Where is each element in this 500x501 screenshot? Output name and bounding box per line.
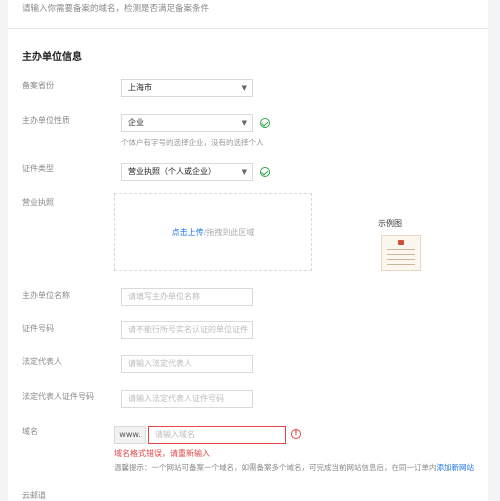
nature-value: 企业: [128, 118, 144, 127]
check-circle-icon: [260, 167, 270, 177]
legal-rep-id-label: 法定代表人证件号码: [22, 392, 94, 401]
domain-tip-text: 温馨提示：一个网站可备案一个域名，如需备案多个域名，可完成当前网站信息后，在同一…: [114, 463, 437, 472]
province-value: 上海市: [128, 83, 152, 92]
line: [387, 254, 415, 255]
province-label: 备案省份: [22, 81, 54, 90]
domain-input[interactable]: 请输入域名: [148, 426, 286, 444]
province-select[interactable]: 上海市 ▼: [121, 79, 253, 97]
line: [387, 249, 415, 250]
chevron-down-icon: ▼: [241, 168, 247, 176]
chevron-down-icon: ▼: [241, 119, 247, 127]
org-name-input[interactable]: 请填写主办单位名称: [121, 288, 253, 306]
next-field-label: 云邮道: [22, 491, 46, 500]
nature-hint: 个体户有字号的选择企业，没有的选择个人: [121, 138, 264, 147]
license-example-image[interactable]: [381, 235, 421, 271]
license-upload-area[interactable]: 点击上传/拖拽到此区域: [114, 193, 312, 271]
example-label: 示例图: [378, 219, 402, 228]
cert-type-value: 营业执照（个人或企业）: [128, 167, 216, 176]
org-name-label: 主办单位名称: [22, 291, 70, 300]
nature-select[interactable]: 企业 ▼: [121, 114, 253, 132]
line: [387, 259, 415, 260]
upload-instruction: 点击上传/拖拽到此区域: [115, 227, 311, 238]
domain-tip: 温馨提示：一个网站可备案一个域名，如需备案多个域名，可完成当前网站信息后，在同一…: [114, 462, 474, 473]
nature-label: 主办单位性质: [22, 116, 70, 125]
form-panel: 请输入你需要备案的域名，检测是否满足备案条件 主办单位信息 备案省份 上海市 ▼…: [8, 0, 488, 501]
domain-error: 域名格式错误，请重新输入: [114, 449, 210, 458]
legal-rep-id-input[interactable]: 请输入法定代表人证件号码: [121, 390, 253, 408]
line: [387, 264, 415, 265]
chevron-down-icon: ▼: [241, 84, 247, 92]
add-website-link[interactable]: 添加新网站: [437, 463, 475, 472]
domain-check-hint: 请输入你需要备案的域名，检测是否满足备案条件: [22, 4, 210, 14]
domain-label: 域名: [22, 427, 38, 436]
legal-rep-input[interactable]: 请输入法定代表人: [121, 355, 253, 373]
www-prefix: www.: [114, 426, 146, 444]
cert-no-input[interactable]: 请不能行所号实名认证的单位证件: [121, 321, 253, 339]
upload-link[interactable]: 点击上传: [172, 228, 204, 237]
divider: [8, 28, 488, 29]
error-circle-icon: !: [291, 429, 301, 439]
check-circle-icon: [260, 118, 270, 128]
seal-icon: [398, 240, 404, 245]
cert-no-label: 证件号码: [22, 324, 54, 333]
section-title: 主办单位信息: [22, 52, 82, 63]
cert-type-select[interactable]: 营业执照（个人或企业） ▼: [121, 163, 253, 181]
license-label: 营业执照: [22, 198, 54, 207]
legal-rep-label: 法定代表人: [22, 357, 62, 366]
cert-type-label: 证件类型: [22, 164, 54, 173]
upload-drag-text: /拖拽到此区域: [203, 228, 255, 237]
